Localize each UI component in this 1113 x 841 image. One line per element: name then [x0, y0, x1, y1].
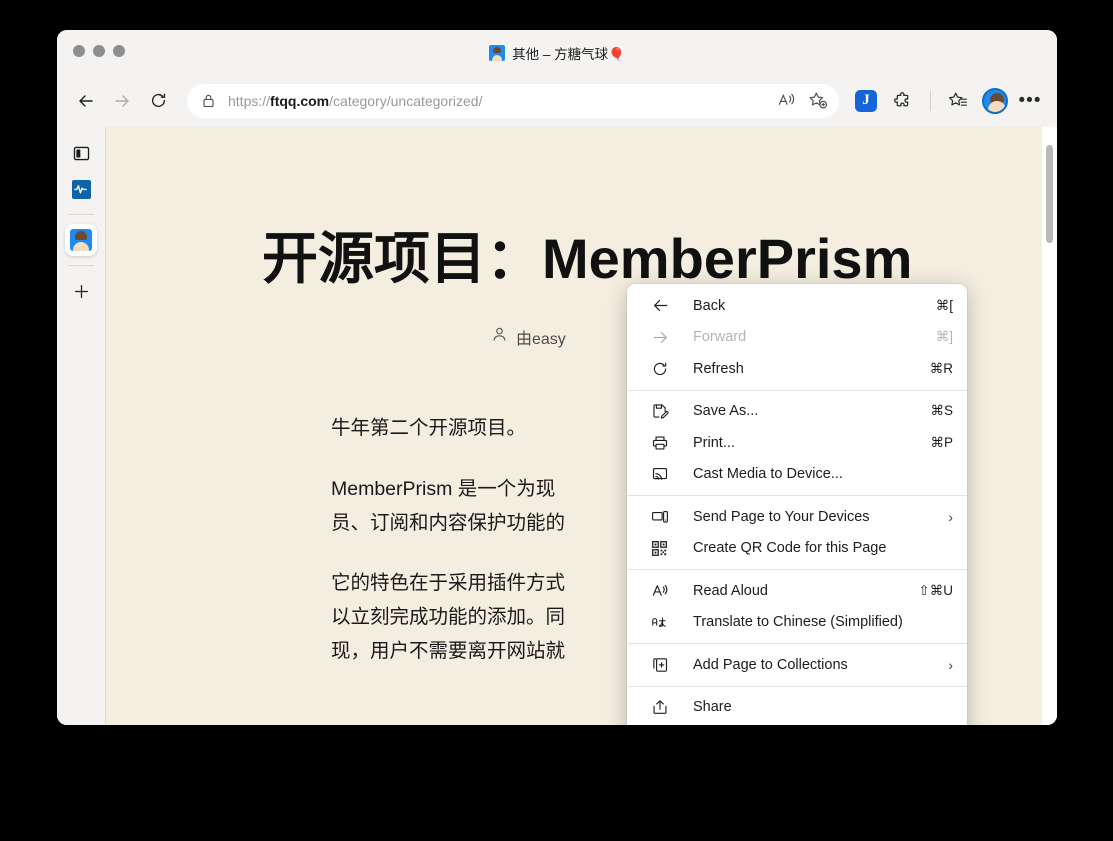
address-bar-actions — [771, 87, 833, 115]
menu-item-label: Read Aloud — [693, 582, 768, 599]
tab-favicon-icon — [489, 45, 506, 61]
menu-separator — [627, 643, 967, 644]
address-bar[interactable]: https://ftqq.com/category/uncategorized/ — [187, 83, 839, 118]
menu-item-translate-to-chinese-simplified[interactable]: Translate to Chinese (Simplified) — [627, 607, 967, 639]
forward-arrow-icon — [651, 328, 671, 347]
menu-separator — [627, 569, 967, 570]
qr-code-icon — [651, 540, 671, 557]
sidebar-add-button[interactable] — [65, 275, 97, 307]
menu-item-shortcut: ⌘S — [930, 403, 953, 419]
avatar — [982, 87, 1008, 114]
browser-body: 开源项目：MemberPrism 由easy 牛年第二个开源项目。 Member… — [57, 127, 1057, 725]
menu-item-label: Cast Media to Device... — [693, 466, 843, 483]
page-scrollbar[interactable] — [1042, 127, 1057, 725]
menu-item-shortcut: ⌘P — [930, 434, 953, 450]
chevron-right-icon: › — [948, 508, 953, 525]
menu-item-label: Back — [693, 297, 726, 314]
menu-item-shortcut: ⌘] — [935, 329, 953, 345]
menu-item-add-page-to-collections[interactable]: Add Page to Collections › — [627, 649, 967, 681]
scrollbar-thumb[interactable] — [1046, 145, 1053, 243]
read-aloud-icon — [651, 582, 671, 600]
menu-item-label: Print... — [693, 434, 735, 451]
menu-item-refresh[interactable]: Refresh ⌘R — [627, 353, 967, 385]
menu-item-label: Share — [693, 699, 732, 716]
toolbar-right-actions: J ••• — [849, 84, 1045, 118]
menu-separator — [627, 389, 967, 391]
menu-item-forward: Forward ⌘] — [627, 322, 967, 354]
tab-title-label: 其他 – 方糖气球🎈 — [512, 47, 625, 62]
refresh-button[interactable] — [141, 84, 175, 118]
profile-button[interactable] — [978, 84, 1012, 118]
menu-item-shortcut: ⇧⌘U — [918, 582, 953, 598]
joplin-icon: J — [855, 89, 877, 112]
settings-and-more-button[interactable]: ••• — [1015, 86, 1045, 116]
joplin-extension-button[interactable]: J — [849, 84, 883, 118]
menu-item-label: Refresh — [693, 360, 744, 377]
browser-toolbar: https://ftqq.com/category/uncategorized/ — [57, 74, 1057, 127]
monitor-icon — [71, 179, 91, 199]
lock-icon — [201, 93, 216, 109]
back-button[interactable] — [69, 84, 103, 118]
page-title: 开源项目：MemberPrism — [262, 227, 913, 290]
menu-item-label: Translate to Chinese (Simplified) — [693, 614, 903, 631]
cast-icon — [651, 465, 671, 483]
back-arrow-icon — [651, 296, 671, 315]
menu-separator — [627, 495, 967, 496]
save-as-icon — [651, 402, 671, 420]
add-favorite-icon[interactable] — [803, 87, 833, 115]
page-viewport: 开源项目：MemberPrism 由easy 牛年第二个开源项目。 Member… — [105, 127, 1057, 725]
url-text: https://ftqq.com/category/uncategorized/ — [228, 92, 483, 109]
author-icon — [491, 326, 508, 348]
context-menu: Back ⌘[ Forward ⌘] Refresh ⌘R Save As... ⌘S Prin… — [627, 284, 967, 725]
menu-item-label: Add Page to Collections — [693, 656, 848, 673]
menu-item-shortcut: ⌘R — [929, 360, 953, 376]
menu-item-print[interactable]: Print... ⌘P — [627, 427, 967, 459]
menu-item-back[interactable]: Back ⌘[ — [627, 290, 967, 322]
vertical-sidebar — [57, 127, 105, 725]
send-to-device-icon — [651, 508, 671, 526]
sidebar-divider — [68, 214, 94, 215]
menu-item-save-as[interactable]: Save As... ⌘S — [627, 396, 967, 428]
profile-icon — [70, 229, 92, 251]
collections-button[interactable] — [941, 84, 975, 118]
menu-item-share[interactable]: Share — [627, 692, 967, 724]
browser-window: 其他 – 方糖气球🎈 https://ftqq.com/category/unc… — [57, 30, 1057, 725]
menu-separator — [627, 685, 967, 687]
menu-item-shortcut: ⌘[ — [935, 297, 953, 313]
refresh-icon — [651, 360, 671, 378]
menu-item-read-aloud[interactable]: Read Aloud ⇧⌘U — [627, 575, 967, 607]
sidebar-item-monitor[interactable] — [65, 173, 97, 205]
sidebar-item-profile[interactable] — [65, 224, 97, 256]
read-aloud-icon[interactable] — [771, 87, 801, 115]
chevron-right-icon: › — [948, 656, 953, 673]
menu-item-cast-media-to-device[interactable]: Cast Media to Device... — [627, 459, 967, 491]
menu-item-label: Create QR Code for this Page — [693, 540, 887, 557]
menu-item-create-qr-code-for-this-page[interactable]: Create QR Code for this Page — [627, 533, 967, 565]
toolbar-divider — [930, 90, 931, 111]
menu-item-label: Save As... — [693, 403, 759, 420]
menu-item-send-page-to-your-devices[interactable]: Send Page to Your Devices › — [627, 501, 967, 533]
sidebar-item-tab-actions[interactable] — [65, 137, 97, 169]
forward-button[interactable] — [105, 84, 139, 118]
sidebar-divider-2 — [68, 265, 94, 266]
menu-item-label: Send Page to Your Devices — [693, 508, 870, 525]
add-to-collections-icon — [651, 656, 671, 674]
extensions-button[interactable] — [886, 84, 920, 118]
translate-icon — [651, 614, 671, 630]
title-bar: 其他 – 方糖气球🎈 — [57, 30, 1057, 74]
active-tab[interactable]: 其他 – 方糖气球🎈 — [57, 43, 1057, 63]
share-icon — [651, 698, 671, 716]
menu-item-label: Forward — [693, 329, 747, 346]
print-icon — [651, 434, 671, 452]
author-name: 由easy — [516, 331, 566, 349]
